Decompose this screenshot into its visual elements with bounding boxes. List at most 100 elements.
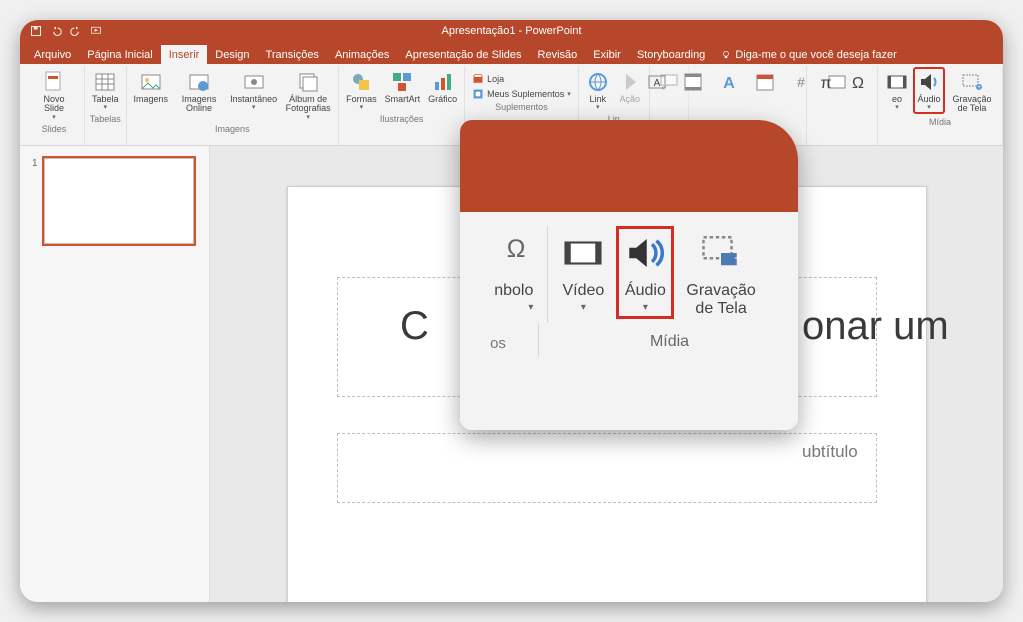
chevron-down-icon: ▾ <box>567 91 571 98</box>
store-icon <box>472 73 484 85</box>
link-label: Link <box>589 95 606 104</box>
tab-revisao[interactable]: Revisão <box>530 45 586 64</box>
start-slideshow-icon[interactable] <box>90 25 102 37</box>
group-ilustr-label: Ilustrações <box>343 113 460 126</box>
instantaneo-button[interactable]: Instantâneo ▾ <box>227 68 280 113</box>
chevron-down-icon: ▾ <box>581 302 586 313</box>
group-supl-label: Suplementos <box>469 101 574 114</box>
group-tabelas: Tabela ▾ Tabelas <box>85 66 127 145</box>
novo-slide-label: Novo Slide <box>31 95 77 114</box>
thumb-preview[interactable] <box>44 158 194 244</box>
group-simbolos: π Ω <box>807 66 878 145</box>
subtitle-text-fragment: ubtítulo <box>802 442 858 462</box>
callout-gravacao-button[interactable]: + Gravação de Tela <box>678 226 763 323</box>
grafico-button[interactable]: Gráfico <box>425 68 460 106</box>
addins-icon <box>472 88 484 100</box>
formas-button[interactable]: Formas ▾ <box>343 68 380 113</box>
formas-label: Formas <box>346 95 377 104</box>
video-button[interactable]: eo ▾ <box>882 68 912 113</box>
chevron-down-icon: ▾ <box>104 104 108 111</box>
callout-audio-button[interactable]: Áudio ▾ <box>616 226 674 319</box>
new-slide-icon <box>42 70 66 94</box>
group-imagens: Imagens Imagens Online Instantâneo ▾ Álb… <box>127 66 340 145</box>
smartart-label: SmartArt <box>385 95 421 104</box>
callout-video-label: Vídeo <box>562 282 604 300</box>
tab-inserir[interactable]: Inserir <box>161 45 208 64</box>
group-separator <box>538 323 539 357</box>
tab-apresentacao-slides[interactable]: Apresentação de Slides <box>397 45 529 64</box>
gravacao-label: Gravação de Tela <box>949 95 995 114</box>
tab-exibir[interactable]: Exibir <box>585 45 629 64</box>
ribbon-tabs: Arquivo Página Inicial Inserir Design Tr… <box>20 42 1003 64</box>
slide-thumbnail-1[interactable]: 1 <box>32 158 197 244</box>
save-icon[interactable] <box>30 25 42 37</box>
acao-button[interactable]: Ação <box>615 68 645 106</box>
gravacao-tela-button[interactable]: + Gravação de Tela <box>946 68 998 116</box>
equation-icon: π <box>814 70 838 94</box>
svg-text:Ω: Ω <box>507 235 526 262</box>
callout-simbolo-label: nbolo <box>494 282 533 300</box>
svg-text:#: # <box>797 74 805 90</box>
slide-thumbnails-pane[interactable]: 1 <box>20 146 210 602</box>
link-button[interactable]: Link ▾ <box>583 68 613 113</box>
photo-album-icon <box>296 70 320 94</box>
callout-midia-group-label: Mídia <box>541 323 798 357</box>
window-title: Apresentação1 - PowerPoint <box>20 25 1003 37</box>
title-text-left-fragment: C <box>400 304 429 349</box>
tab-transicoes[interactable]: Transições <box>258 45 327 64</box>
loja-button[interactable]: Loja <box>469 72 507 86</box>
online-pictures-icon <box>187 70 211 94</box>
imagens-label: Imagens <box>134 95 169 104</box>
symbol-icon: Ω <box>846 70 870 94</box>
title-bar: Apresentação1 - PowerPoint <box>20 20 1003 42</box>
album-fotografias-button[interactable]: Álbum de Fotografias ▾ <box>282 68 334 123</box>
audio-icon <box>917 70 941 94</box>
tab-animacoes[interactable]: Animações <box>327 45 397 64</box>
tab-arquivo[interactable]: Arquivo <box>26 45 79 64</box>
grafico-label: Gráfico <box>428 95 457 104</box>
smartart-icon <box>390 70 414 94</box>
tell-me-label: Diga-me o que você deseja fazer <box>735 49 896 61</box>
group-slides: Novo Slide ▾ Slides <box>24 66 85 145</box>
callout-video-button[interactable]: Vídeo ▾ <box>554 226 612 319</box>
imagens-online-button[interactable]: Imagens Online <box>173 68 225 116</box>
tab-design[interactable]: Design <box>207 45 257 64</box>
group-imagens-label: Imagens <box>131 123 335 136</box>
novo-slide-button[interactable]: Novo Slide ▾ <box>28 68 80 123</box>
callout-prev-group-fragment: os <box>460 323 536 357</box>
chevron-down-icon: ▾ <box>596 104 600 111</box>
svg-text:Ω: Ω <box>852 75 864 92</box>
group-midia-label: Mídia <box>882 116 998 129</box>
tab-storyboarding[interactable]: Storyboarding <box>629 45 714 64</box>
date-time-icon <box>753 70 777 94</box>
wordart-button[interactable]: A <box>714 68 744 96</box>
data-hora-button[interactable] <box>750 68 780 96</box>
tabela-button[interactable]: Tabela ▾ <box>89 68 122 113</box>
lightbulb-icon <box>721 50 731 60</box>
action-icon <box>618 70 642 94</box>
smartart-button[interactable]: SmartArt <box>382 68 424 106</box>
redo-icon[interactable] <box>70 25 82 37</box>
tell-me-search[interactable]: Diga-me o que você deseja fazer <box>721 49 896 64</box>
audio-button[interactable]: Áudio ▾ <box>914 68 944 113</box>
cabecalho-rodape-button[interactable] <box>678 68 708 96</box>
caixa-texto-button[interactable]: A <box>642 68 672 96</box>
pictures-icon <box>139 70 163 94</box>
svg-text:+: + <box>734 250 742 266</box>
equacao-button[interactable]: π <box>811 68 841 96</box>
tab-pagina-inicial[interactable]: Página Inicial <box>79 45 160 64</box>
undo-icon[interactable] <box>50 25 62 37</box>
textbox-icon: A <box>645 70 669 94</box>
acao-label: Ação <box>619 95 640 104</box>
video-icon <box>562 232 604 274</box>
subtitle-placeholder[interactable] <box>337 433 877 503</box>
symbol-icon: Ω <box>503 232 533 274</box>
meus-suplementos-button[interactable]: Meus Suplementos ▾ <box>469 87 574 101</box>
zoom-callout: Ω nbolo ▾ Vídeo ▾ Áudio ▾ + Gravação de … <box>460 120 798 430</box>
chevron-down-icon: ▾ <box>306 114 310 121</box>
imagens-button[interactable]: Imagens <box>131 68 172 106</box>
meus-supl-label: Meus Suplementos <box>487 89 564 99</box>
chevron-down-icon: ▾ <box>895 104 899 111</box>
thumb-number: 1 <box>32 158 38 244</box>
simbolo-button[interactable]: Ω <box>843 68 873 96</box>
